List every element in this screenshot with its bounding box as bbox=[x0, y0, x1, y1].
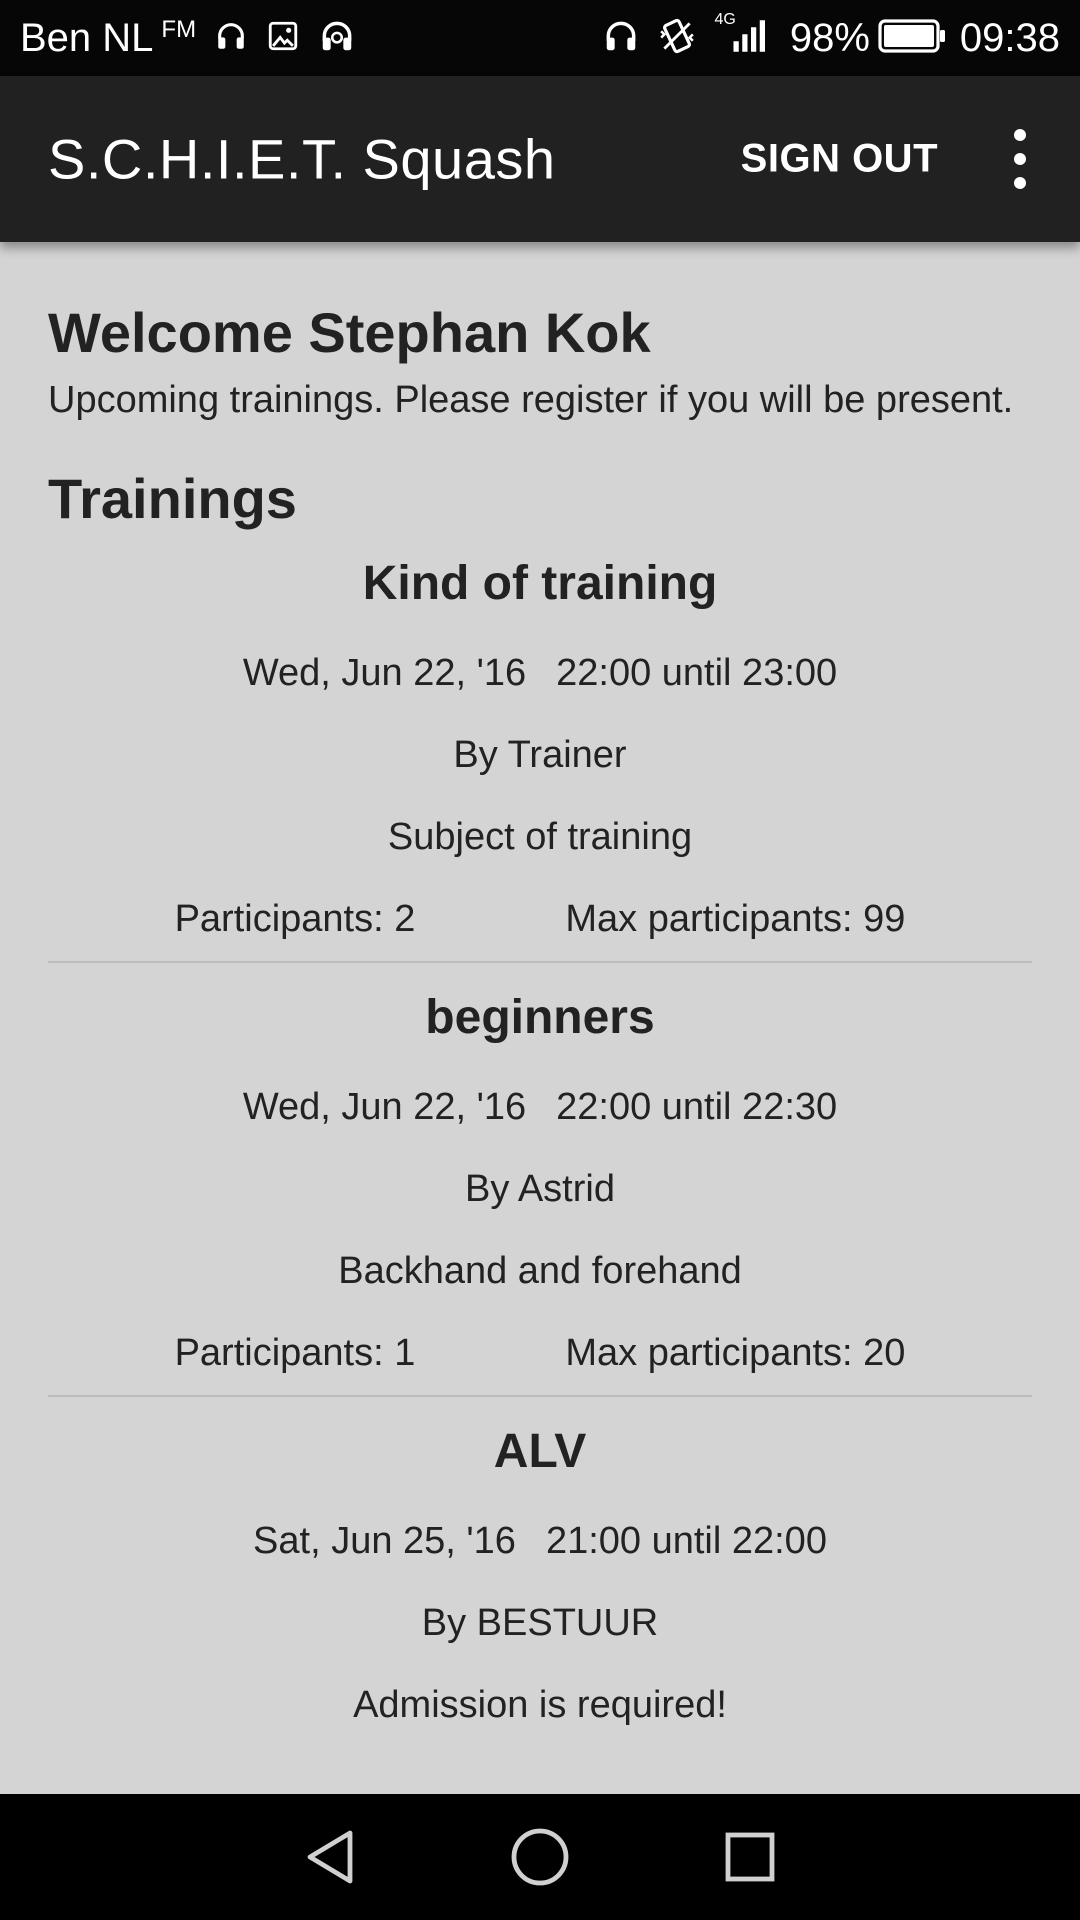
training-subject: Backhand and forehand bbox=[338, 1250, 742, 1293]
menu-dot bbox=[1014, 153, 1026, 165]
menu-dot bbox=[1014, 177, 1026, 189]
recents-icon[interactable] bbox=[710, 1817, 790, 1897]
overflow-menu-icon[interactable] bbox=[1000, 129, 1040, 189]
fm-label: FM bbox=[161, 16, 197, 43]
training-time: 21:00 until 22:00 bbox=[545, 1520, 827, 1563]
battery-percentage: 98% bbox=[789, 15, 870, 60]
training-participants-row: Participants: 2 Max participants: 99 bbox=[48, 895, 1032, 943]
training-name: beginners bbox=[425, 991, 655, 1045]
welcome-title: Welcome Stephan Kok bbox=[48, 301, 651, 364]
max-participants: Max participants: 20 bbox=[565, 1332, 906, 1375]
training-subject: Subject of training bbox=[387, 816, 693, 859]
training-list: Kind of training Wed, Jun 22, '16 22:00 u… bbox=[48, 549, 1032, 1744]
training-time: 22:00 until 23:00 bbox=[556, 652, 838, 695]
status-bar: Ben NL FM 4G 98% 09:38 bbox=[0, 0, 1080, 76]
trainings-heading: Trainings bbox=[48, 466, 297, 530]
training-subject: Admission is required! bbox=[353, 1684, 727, 1727]
training-date: Wed, Jun 22, '16 bbox=[242, 1086, 527, 1129]
headphones-icon bbox=[214, 19, 248, 58]
welcome-subtitle: Upcoming trainings. Please register if y… bbox=[48, 378, 1014, 421]
training-datetime: Wed, Jun 22, '16 22:00 until 23:00 bbox=[48, 649, 1032, 697]
training-datetime: Sat, Jun 25, '16 21:00 until 22:00 bbox=[48, 1517, 1032, 1565]
clock: 09:38 bbox=[959, 15, 1060, 60]
image-icon bbox=[266, 19, 300, 58]
training-item[interactable]: Kind of training Wed, Jun 22, '16 22:00 u… bbox=[48, 549, 1032, 964]
navigation-bar bbox=[0, 1794, 1080, 1920]
home-icon[interactable] bbox=[500, 1817, 580, 1897]
vibrate-icon bbox=[658, 17, 696, 60]
app-bar: S.C.H.I.E.T. Squash SIGN OUT bbox=[0, 76, 1080, 242]
signal-icon bbox=[730, 15, 772, 62]
app-title: S.C.H.I.E.T. Squash bbox=[48, 127, 556, 191]
training-item[interactable]: beginners Wed, Jun 22, '16 22:00 until 22… bbox=[48, 983, 1032, 1398]
status-right: 4G 98% 09:38 bbox=[602, 11, 1060, 62]
sign-out-button[interactable]: SIGN OUT bbox=[741, 137, 938, 182]
headset-icon bbox=[318, 17, 356, 60]
training-date: Sat, Jun 25, '16 bbox=[253, 1520, 516, 1563]
training-trainer: By Astrid bbox=[465, 1168, 615, 1211]
max-participants: Max participants: 99 bbox=[565, 898, 906, 941]
training-name: ALV bbox=[493, 1425, 587, 1479]
training-datetime: Wed, Jun 22, '16 22:00 until 22:30 bbox=[48, 1083, 1032, 1131]
participants-count: Participants: 2 bbox=[174, 898, 416, 941]
network-type-label: 4G bbox=[714, 11, 736, 28]
menu-dot bbox=[1014, 129, 1026, 141]
training-name: Kind of training bbox=[362, 557, 718, 611]
participants-count: Participants: 1 bbox=[174, 1332, 416, 1375]
training-trainer: By BESTUUR bbox=[421, 1602, 659, 1645]
carrier-name: Ben NL bbox=[20, 15, 154, 60]
status-left: Ben NL FM bbox=[20, 16, 356, 61]
training-trainer: By Trainer bbox=[453, 734, 627, 777]
main-content[interactable]: Welcome Stephan Kok Upcoming trainings. … bbox=[48, 242, 1032, 1744]
training-item[interactable]: ALV Sat, Jun 25, '16 21:00 until 22:00 By… bbox=[48, 1417, 1032, 1744]
back-icon[interactable] bbox=[290, 1817, 370, 1897]
headphones-icon bbox=[602, 17, 640, 60]
training-participants-row: Participants: 1 Max participants: 20 bbox=[48, 1329, 1032, 1377]
battery-icon bbox=[878, 18, 946, 58]
training-date: Wed, Jun 22, '16 bbox=[242, 652, 527, 695]
training-time: 22:00 until 22:30 bbox=[556, 1086, 838, 1129]
